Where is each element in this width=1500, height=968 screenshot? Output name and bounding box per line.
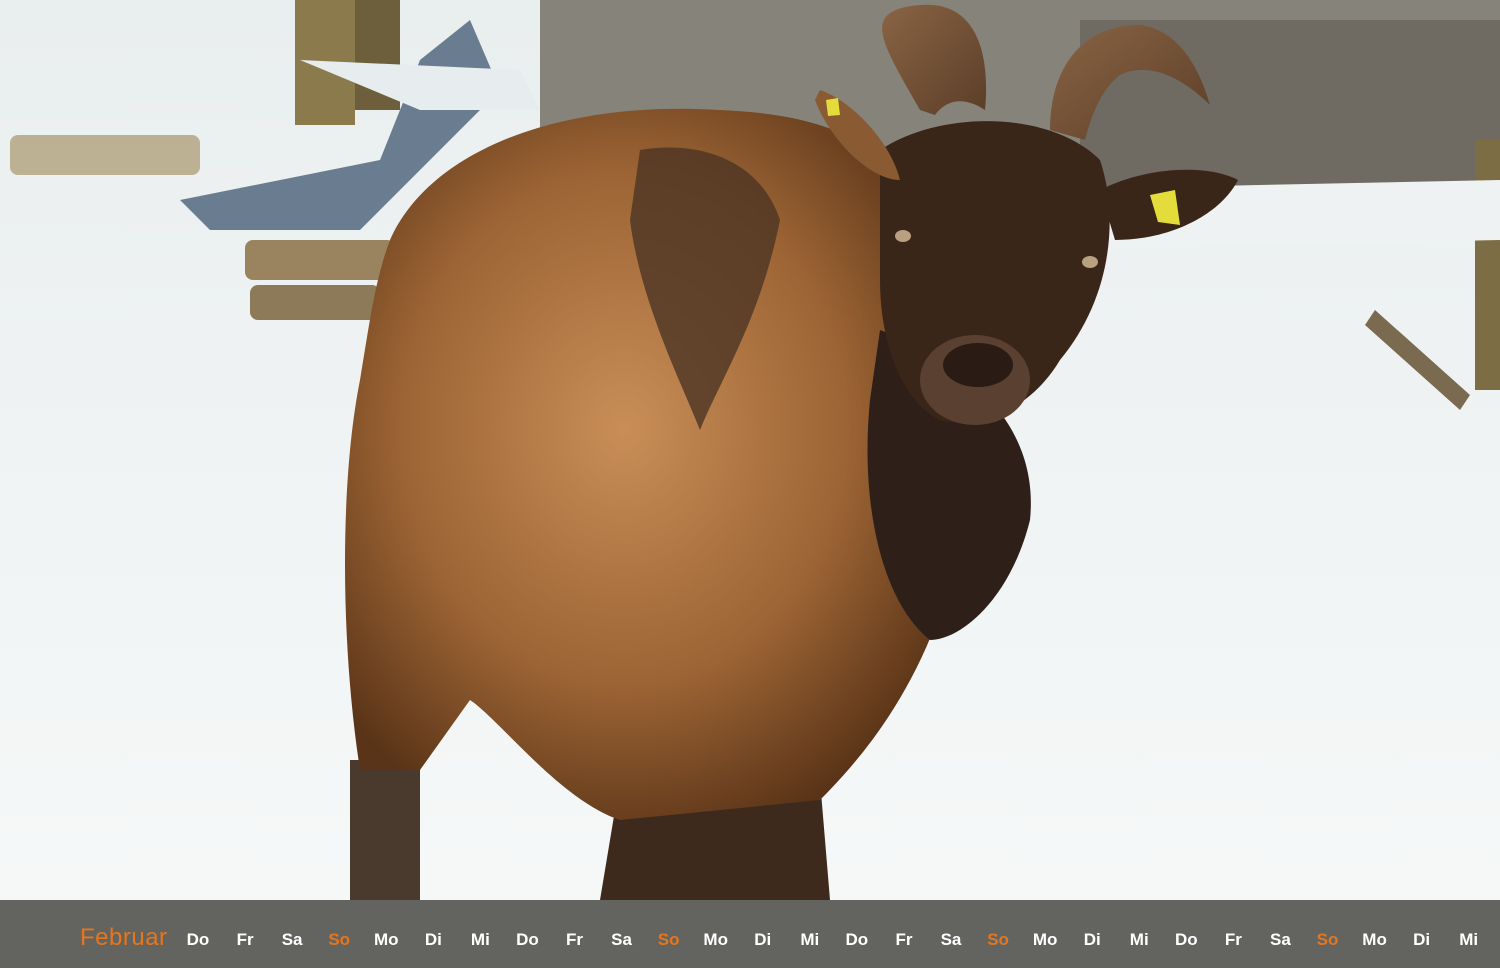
day-label: So	[987, 930, 1009, 949]
day-label: Mo	[703, 930, 728, 949]
day-label: So	[328, 930, 351, 949]
day-label: Do	[516, 930, 539, 949]
day-label: Sa	[940, 930, 962, 949]
day-label: So	[657, 930, 680, 949]
day-label: Mo	[1362, 930, 1387, 949]
day-label: Mi	[800, 930, 820, 949]
day-label: Fr	[895, 930, 913, 949]
day-label: Di	[1413, 930, 1431, 949]
day-label: Mo	[373, 930, 399, 949]
day-label: Mi	[1129, 930, 1149, 949]
weekday-row: Do Fr Sa So Mo Di Mi Do Fr Sa So Mo Di Mi Do Fr Sa So Mo Di…	[179, 928, 1488, 952]
day-label: Sa	[281, 930, 303, 949]
day-label: So	[1316, 930, 1339, 949]
day-label: Di	[1083, 930, 1101, 949]
day-label: Fr	[566, 930, 583, 949]
day-label: Mo	[1032, 930, 1058, 949]
calendar-page: Februar Do Fr Sa So Mo Di Mi Do Fr Sa So Mo Di Mi Do Fr…	[0, 0, 1500, 968]
day-label: Do	[845, 930, 869, 949]
day-label: Do	[186, 930, 210, 949]
day-label: Sa	[1270, 930, 1291, 949]
day-label: Fr	[1224, 930, 1242, 949]
goat-photo	[0, 0, 1500, 968]
day-label: Fr	[236, 930, 254, 949]
day-label: Mi	[1459, 930, 1479, 949]
day-label: Sa	[611, 930, 632, 949]
day-label: Mi	[470, 930, 490, 949]
day-label: Di	[424, 930, 442, 949]
day-label: Do	[1174, 930, 1198, 949]
day-label: Di	[754, 930, 772, 949]
month-label: Februar	[80, 924, 168, 951]
